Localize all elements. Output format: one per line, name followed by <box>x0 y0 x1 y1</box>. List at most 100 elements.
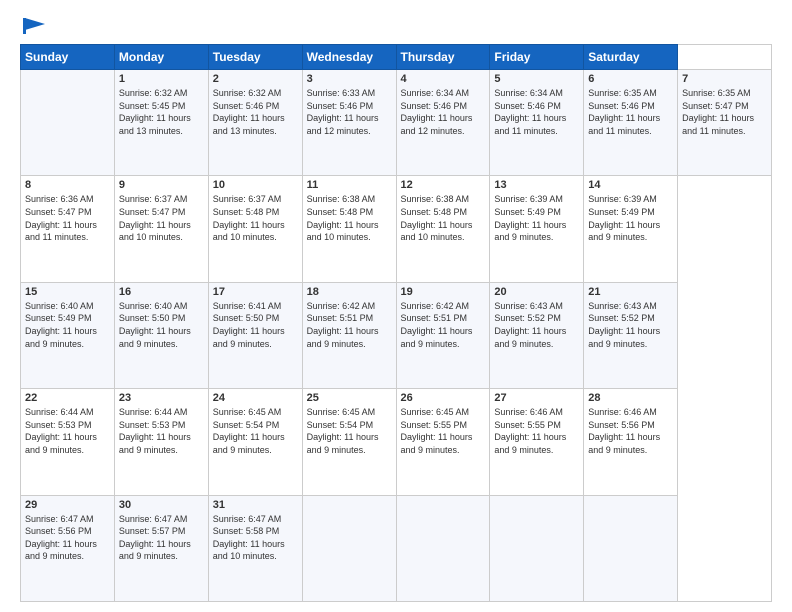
day-number: 2 <box>213 73 298 85</box>
calendar-week-1: 1 Sunrise: 6:32 AM Sunset: 5:45 PM Daylig… <box>21 70 772 176</box>
day-number: 23 <box>119 392 204 404</box>
calendar-cell <box>584 495 678 601</box>
day-info: Sunrise: 6:35 AM Sunset: 5:46 PM Dayligh… <box>588 87 673 137</box>
day-number: 15 <box>25 286 110 298</box>
day-number: 16 <box>119 286 204 298</box>
calendar-header-row: SundayMondayTuesdayWednesdayThursdayFrid… <box>21 45 772 70</box>
day-info: Sunrise: 6:35 AM Sunset: 5:47 PM Dayligh… <box>682 87 767 137</box>
calendar-table: SundayMondayTuesdayWednesdayThursdayFrid… <box>20 44 772 602</box>
day-header-friday: Friday <box>490 45 584 70</box>
calendar-cell: 11 Sunrise: 6:38 AM Sunset: 5:48 PM Dayli… <box>302 176 396 282</box>
day-info: Sunrise: 6:37 AM Sunset: 5:48 PM Dayligh… <box>213 193 298 243</box>
calendar-cell: 6 Sunrise: 6:35 AM Sunset: 5:46 PM Daylig… <box>584 70 678 176</box>
calendar-cell <box>396 495 490 601</box>
calendar-cell <box>490 495 584 601</box>
calendar-cell: 16Sunrise: 6:40 AM Sunset: 5:50 PM Dayli… <box>114 282 208 388</box>
calendar-cell: 7Sunrise: 6:35 AM Sunset: 5:47 PM Daylig… <box>678 70 772 176</box>
day-number: 4 <box>401 73 486 85</box>
day-number: 17 <box>213 286 298 298</box>
day-info: Sunrise: 6:43 AM Sunset: 5:52 PM Dayligh… <box>494 300 579 350</box>
calendar-cell: 18 Sunrise: 6:42 AM Sunset: 5:51 PM Dayli… <box>302 282 396 388</box>
calendar-cell: 23 Sunrise: 6:44 AM Sunset: 5:53 PM Dayli… <box>114 389 208 495</box>
day-number: 6 <box>588 73 673 85</box>
calendar-cell <box>302 495 396 601</box>
day-number: 9 <box>119 179 204 191</box>
day-number: 25 <box>307 392 392 404</box>
day-info: Sunrise: 6:36 AM Sunset: 5:47 PM Dayligh… <box>25 193 110 243</box>
calendar-cell: 27Sunrise: 6:46 AM Sunset: 5:55 PM Dayli… <box>490 389 584 495</box>
day-number: 20 <box>494 286 579 298</box>
logo <box>20 16 45 34</box>
day-number: 14 <box>588 179 673 191</box>
calendar-cell: 20 Sunrise: 6:43 AM Sunset: 5:52 PM Dayli… <box>490 282 584 388</box>
day-number: 3 <box>307 73 392 85</box>
day-info: Sunrise: 6:38 AM Sunset: 5:48 PM Dayligh… <box>401 193 486 243</box>
day-info: Sunrise: 6:32 AM Sunset: 5:46 PM Dayligh… <box>213 87 298 137</box>
day-info: Sunrise: 6:39 AM Sunset: 5:49 PM Dayligh… <box>588 193 673 243</box>
day-number: 18 <box>307 286 392 298</box>
calendar-week-2: 8 Sunrise: 6:36 AM Sunset: 5:47 PM Daylig… <box>21 176 772 282</box>
day-info: Sunrise: 6:33 AM Sunset: 5:46 PM Dayligh… <box>307 87 392 137</box>
calendar-cell: 22 Sunrise: 6:44 AM Sunset: 5:53 PM Dayli… <box>21 389 115 495</box>
calendar-cell: 2 Sunrise: 6:32 AM Sunset: 5:46 PM Daylig… <box>208 70 302 176</box>
day-header-thursday: Thursday <box>396 45 490 70</box>
day-number: 27 <box>494 392 579 404</box>
day-number: 28 <box>588 392 673 404</box>
day-info: Sunrise: 6:43 AM Sunset: 5:52 PM Dayligh… <box>588 300 673 350</box>
day-number: 30 <box>119 499 204 511</box>
day-number: 21 <box>588 286 673 298</box>
day-number: 31 <box>213 499 298 511</box>
day-info: Sunrise: 6:42 AM Sunset: 5:51 PM Dayligh… <box>401 300 486 350</box>
day-info: Sunrise: 6:45 AM Sunset: 5:54 PM Dayligh… <box>213 406 298 456</box>
calendar-cell: 28 Sunrise: 6:46 AM Sunset: 5:56 PM Dayli… <box>584 389 678 495</box>
day-info: Sunrise: 6:40 AM Sunset: 5:49 PM Dayligh… <box>25 300 110 350</box>
day-info: Sunrise: 6:32 AM Sunset: 5:45 PM Dayligh… <box>119 87 204 137</box>
day-info: Sunrise: 6:47 AM Sunset: 5:56 PM Dayligh… <box>25 513 110 563</box>
day-header-tuesday: Tuesday <box>208 45 302 70</box>
calendar-week-3: 15 Sunrise: 6:40 AM Sunset: 5:49 PM Dayli… <box>21 282 772 388</box>
day-number: 11 <box>307 179 392 191</box>
day-number: 1 <box>119 73 204 85</box>
header <box>20 16 772 34</box>
calendar-cell: 8 Sunrise: 6:36 AM Sunset: 5:47 PM Daylig… <box>21 176 115 282</box>
day-info: Sunrise: 6:34 AM Sunset: 5:46 PM Dayligh… <box>401 87 486 137</box>
calendar-week-4: 22 Sunrise: 6:44 AM Sunset: 5:53 PM Dayli… <box>21 389 772 495</box>
day-info: Sunrise: 6:38 AM Sunset: 5:48 PM Dayligh… <box>307 193 392 243</box>
day-number: 13 <box>494 179 579 191</box>
calendar-cell: 13 Sunrise: 6:39 AM Sunset: 5:49 PM Dayli… <box>490 176 584 282</box>
calendar-cell: 19Sunrise: 6:42 AM Sunset: 5:51 PM Dayli… <box>396 282 490 388</box>
calendar-cell <box>21 70 115 176</box>
day-header-wednesday: Wednesday <box>302 45 396 70</box>
day-number: 26 <box>401 392 486 404</box>
calendar-cell: 21 Sunrise: 6:43 AM Sunset: 5:52 PM Dayli… <box>584 282 678 388</box>
day-info: Sunrise: 6:47 AM Sunset: 5:57 PM Dayligh… <box>119 513 204 563</box>
day-info: Sunrise: 6:37 AM Sunset: 5:47 PM Dayligh… <box>119 193 204 243</box>
day-number: 8 <box>25 179 110 191</box>
day-info: Sunrise: 6:41 AM Sunset: 5:50 PM Dayligh… <box>213 300 298 350</box>
calendar-cell: 1 Sunrise: 6:32 AM Sunset: 5:45 PM Daylig… <box>114 70 208 176</box>
day-info: Sunrise: 6:42 AM Sunset: 5:51 PM Dayligh… <box>307 300 392 350</box>
day-number: 22 <box>25 392 110 404</box>
day-info: Sunrise: 6:44 AM Sunset: 5:53 PM Dayligh… <box>25 406 110 456</box>
calendar-week-5: 29 Sunrise: 6:47 AM Sunset: 5:56 PM Dayli… <box>21 495 772 601</box>
day-header-saturday: Saturday <box>584 45 678 70</box>
calendar-cell: 3 Sunrise: 6:33 AM Sunset: 5:46 PM Daylig… <box>302 70 396 176</box>
page: SundayMondayTuesdayWednesdayThursdayFrid… <box>0 0 792 612</box>
day-info: Sunrise: 6:47 AM Sunset: 5:58 PM Dayligh… <box>213 513 298 563</box>
day-header-monday: Monday <box>114 45 208 70</box>
calendar-cell: 5Sunrise: 6:34 AM Sunset: 5:46 PM Daylig… <box>490 70 584 176</box>
day-number: 12 <box>401 179 486 191</box>
calendar-cell: 14 Sunrise: 6:39 AM Sunset: 5:49 PM Dayli… <box>584 176 678 282</box>
day-number: 24 <box>213 392 298 404</box>
day-info: Sunrise: 6:46 AM Sunset: 5:56 PM Dayligh… <box>588 406 673 456</box>
calendar-cell: 17 Sunrise: 6:41 AM Sunset: 5:50 PM Dayli… <box>208 282 302 388</box>
logo-flag-icon <box>23 18 45 34</box>
day-info: Sunrise: 6:34 AM Sunset: 5:46 PM Dayligh… <box>494 87 579 137</box>
day-info: Sunrise: 6:45 AM Sunset: 5:54 PM Dayligh… <box>307 406 392 456</box>
day-info: Sunrise: 6:44 AM Sunset: 5:53 PM Dayligh… <box>119 406 204 456</box>
day-number: 29 <box>25 499 110 511</box>
day-header-sunday: Sunday <box>21 45 115 70</box>
day-info: Sunrise: 6:39 AM Sunset: 5:49 PM Dayligh… <box>494 193 579 243</box>
calendar-cell: 15 Sunrise: 6:40 AM Sunset: 5:49 PM Dayli… <box>21 282 115 388</box>
calendar-cell: 31 Sunrise: 6:47 AM Sunset: 5:58 PM Dayli… <box>208 495 302 601</box>
